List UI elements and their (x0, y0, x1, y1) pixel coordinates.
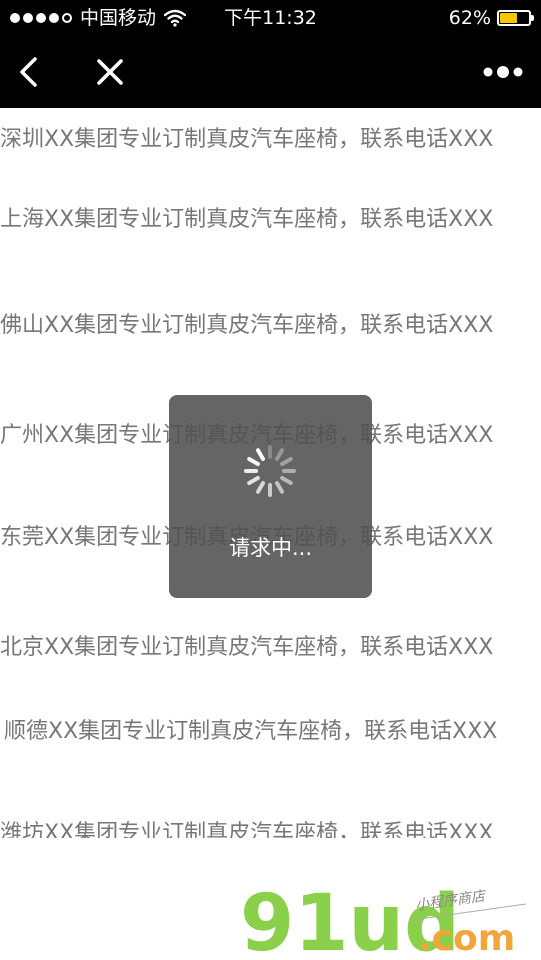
list-item[interactable]: 顺德XX集团专业订制真皮汽车座椅，联系电话XXX (4, 718, 541, 746)
battery-icon (497, 10, 534, 26)
screen: 中国移动 下午11:32 62% 深圳XX集团专业订制真皮汽车座椅，联系电话XX… (0, 0, 541, 960)
list-item[interactable]: 潍坊XX集团专业订制真皮汽车座椅，联系电话XXX (0, 820, 541, 838)
loading-spinner-icon (244, 445, 296, 497)
battery-percent: 62% (448, 7, 491, 29)
list-item[interactable]: 上海XX集团专业订制真皮汽车座椅，联系电话XXX (0, 206, 541, 234)
watermark-logo: 91ud .com 小程序商店 (240, 880, 527, 956)
chevron-left-icon (20, 57, 37, 87)
battery-level-fill (500, 13, 517, 23)
more-button[interactable] (477, 52, 529, 92)
status-right: 62% (448, 6, 534, 30)
list-item[interactable]: 北京XX集团专业订制真皮汽车座椅，联系电话XXX (0, 634, 541, 662)
loading-label: 请求中... (228, 536, 313, 560)
top-bar: 中国移动 下午11:32 62% (0, 0, 541, 108)
status-bar: 中国移动 下午11:32 62% (0, 0, 541, 36)
more-dots-icon (483, 66, 523, 78)
close-button[interactable] (90, 52, 130, 92)
battery-nub (531, 15, 534, 21)
close-icon (97, 59, 123, 85)
navigation-bar (0, 36, 541, 108)
list-item[interactable]: 佛山XX集团专业订制真皮汽车座椅，联系电话XXX (0, 312, 541, 340)
logo-domain: .com (418, 918, 515, 956)
back-button[interactable] (8, 52, 48, 92)
loading-toast: 请求中... (169, 395, 372, 598)
list-item[interactable]: 深圳XX集团专业订制真皮汽车座椅，联系电话XXX (0, 126, 541, 154)
